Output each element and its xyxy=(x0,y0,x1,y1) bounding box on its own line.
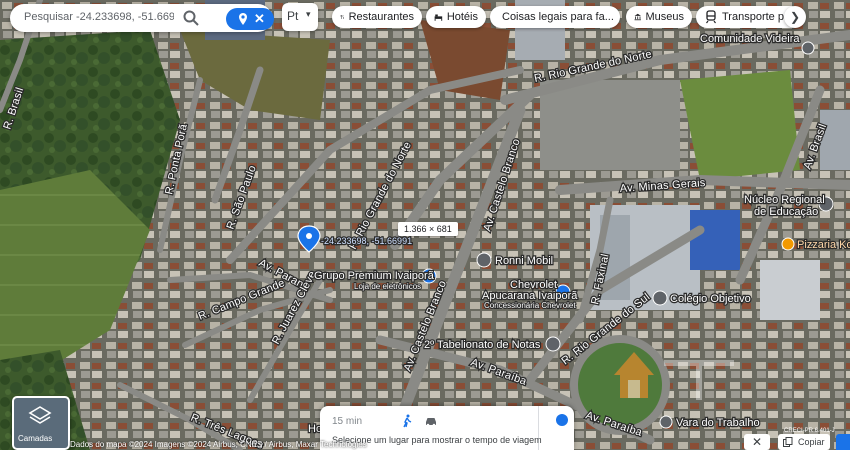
close-button[interactable]: ✕ xyxy=(744,434,770,450)
translate-label: Pt xyxy=(287,9,299,23)
chip-label: Hotéis xyxy=(446,11,478,23)
location-button[interactable]: ✕ xyxy=(226,8,274,30)
chip-label: Restaurantes xyxy=(348,11,414,23)
car-icon[interactable] xyxy=(424,414,438,428)
copy-label: Copiar xyxy=(798,437,825,447)
poi-label: Colégio Objetivo xyxy=(670,293,751,305)
realty-watermark-logo xyxy=(614,352,734,400)
pin-icon xyxy=(239,13,247,25)
poi-label: Ronni Mobil xyxy=(495,255,553,267)
museum-icon xyxy=(634,13,641,21)
train-icon xyxy=(706,10,716,24)
translate-button[interactable]: Pt ▾ xyxy=(282,3,318,31)
poi-tabelionato[interactable]: 2º Tabelionato de Notas xyxy=(423,336,561,352)
layers-button[interactable]: Camadas xyxy=(12,396,70,450)
chip-label: Coisas legais para fa... xyxy=(502,11,614,23)
toggle-indicator[interactable] xyxy=(556,414,568,426)
poi-label: 2º Tabelionato de Notas xyxy=(424,339,541,351)
poi-label: Comunidade Videira xyxy=(700,33,800,45)
poi-label: Núcleo Regional xyxy=(744,194,825,206)
travel-time-select[interactable]: 15 min xyxy=(332,416,362,427)
search-icon[interactable] xyxy=(182,9,200,27)
pin-coordinates: -24.233698, -51.66991 xyxy=(321,236,412,246)
poi-label: Vara do Trabalho xyxy=(676,417,760,429)
poi-label: Pizzaria Kol xyxy=(797,239,850,251)
chips-scroll-right-button[interactable]: ❯ xyxy=(784,6,806,28)
bed-icon xyxy=(434,14,443,21)
chip-label: Museus xyxy=(645,11,684,23)
poi-label: Grupo Premium Ivaiporã xyxy=(314,270,435,282)
chip-hotels[interactable]: Hotéis xyxy=(426,6,486,28)
poi-sub-label: Concessionária Chevrolet xyxy=(484,301,576,310)
dimension-tooltip: 1.366 × 681 xyxy=(398,222,458,236)
map-attribution: Dados do mapa ©2024 Imagens ©2024 Airbus… xyxy=(70,440,367,449)
copy-icon xyxy=(783,437,793,447)
layers-label: Camadas xyxy=(18,434,53,443)
poi-label-2: de Educação xyxy=(754,206,818,218)
action-button[interactable] xyxy=(836,434,850,450)
chip-museums[interactable]: Museus xyxy=(626,6,692,28)
chip-restaurants[interactable]: Restaurantes xyxy=(332,6,422,28)
chip-things-to-do[interactable]: Coisas legais para fa... xyxy=(490,6,620,28)
copy-button[interactable]: Copiar xyxy=(778,434,830,450)
search-input[interactable]: Pesquisar -24.233698, -51.66991' xyxy=(24,11,174,23)
close-icon[interactable]: ✕ xyxy=(254,11,265,27)
walking-icon[interactable] xyxy=(400,414,414,428)
chevron-right-icon: ❯ xyxy=(789,10,801,24)
fork-knife-icon xyxy=(340,14,344,19)
search-bar[interactable]: Pesquisar -24.233698, -51.66991' ✕ xyxy=(10,4,274,32)
poi-ronni-mobil[interactable]: Ronni Mobil xyxy=(476,252,554,268)
chevron-down-icon: ▾ xyxy=(306,9,311,19)
layers-icon xyxy=(28,406,52,424)
poi-sub-label: Loja de eletrônicos xyxy=(354,282,421,291)
